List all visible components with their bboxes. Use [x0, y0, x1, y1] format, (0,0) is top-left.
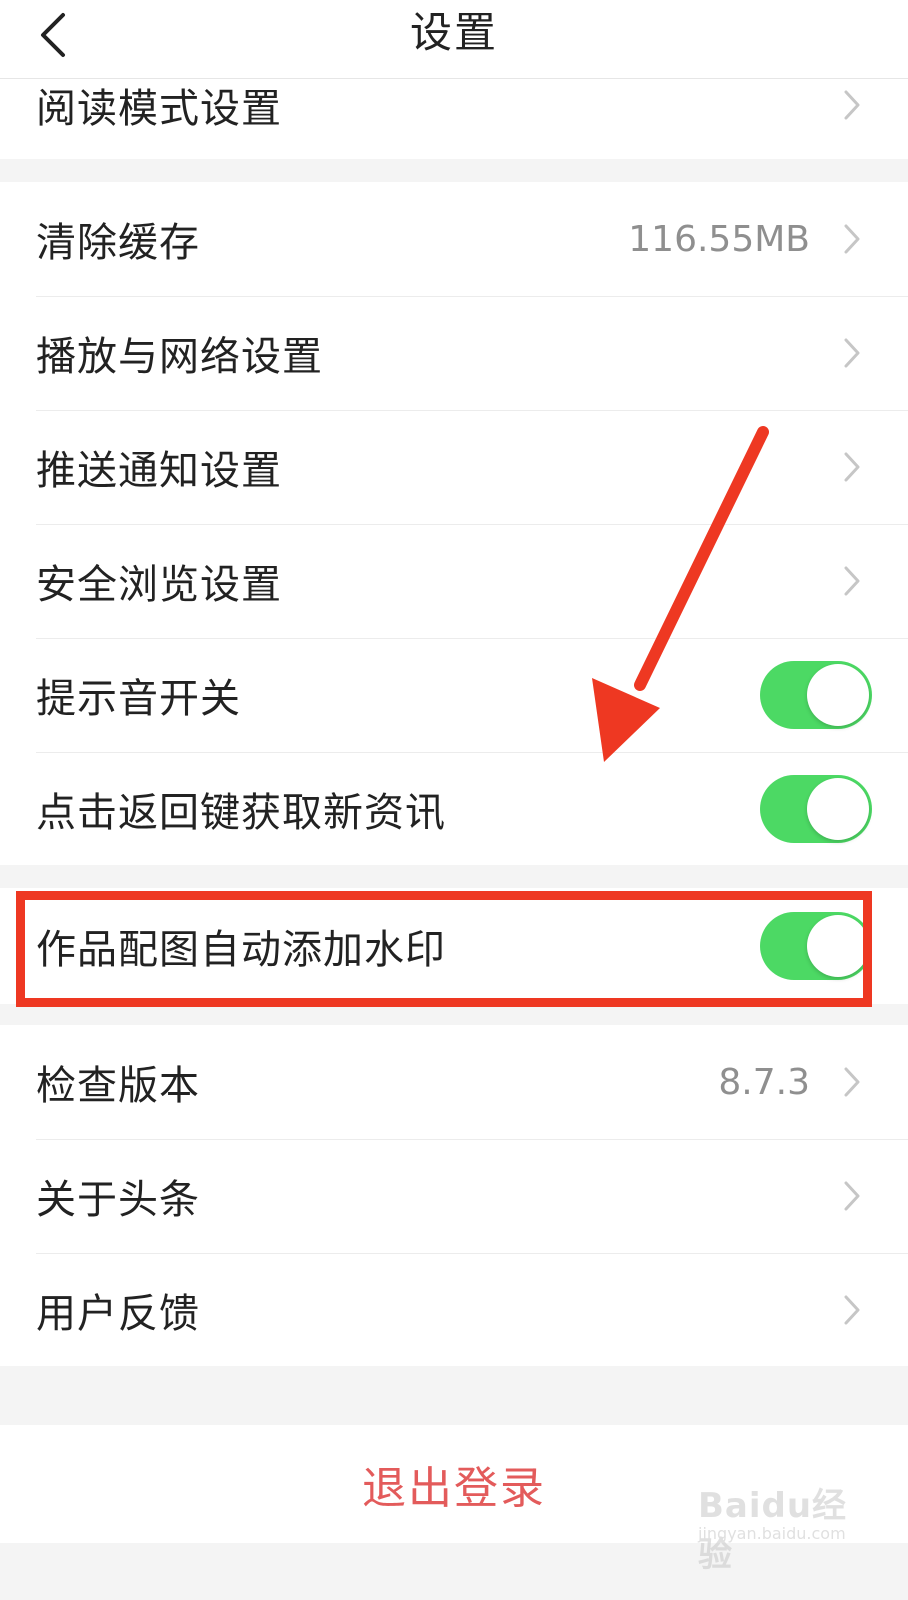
row-check-version[interactable]: 检查版本 8.7.3 [0, 1025, 908, 1139]
row-label: 安全浏览设置 [36, 562, 282, 608]
row-about-toutiao[interactable]: 关于头条 [0, 1139, 908, 1253]
logout-label: 退出登录 [362, 1463, 546, 1514]
chevron-right-icon [840, 1064, 864, 1100]
version-value: 8.7.3 [718, 1061, 810, 1103]
cache-size-value: 116.55MB [628, 218, 810, 260]
toggle-knob [807, 664, 869, 726]
settings-group-general: 清除缓存 116.55MB 播放与网络设置 推送通知设置 安全浏览设置 提示音开… [0, 182, 908, 865]
chevron-right-icon [840, 449, 864, 485]
chevron-right-icon [840, 335, 864, 371]
logout-button[interactable]: 退出登录 [0, 1425, 908, 1543]
row-label: 提示音开关 [36, 676, 241, 722]
row-label: 阅读模式设置 [36, 86, 282, 132]
row-sound-toggle: 提示音开关 [0, 638, 908, 752]
chevron-right-icon [840, 1178, 864, 1214]
row-label: 点击返回键获取新资讯 [36, 790, 446, 836]
row-label: 推送通知设置 [36, 448, 282, 494]
settings-group-watermark: 作品配图自动添加水印 [0, 888, 908, 1004]
chevron-right-icon [840, 221, 864, 257]
chevron-right-icon [840, 1292, 864, 1328]
settings-group-reading: 阅读模式设置 [0, 79, 908, 159]
row-feedback[interactable]: 用户反馈 [0, 1253, 908, 1367]
row-label: 作品配图自动添加水印 [36, 927, 446, 973]
chevron-right-icon [840, 87, 864, 123]
row-label: 清除缓存 [36, 220, 200, 266]
sound-toggle-switch[interactable] [760, 661, 872, 729]
row-clear-cache[interactable]: 清除缓存 116.55MB [0, 182, 908, 296]
row-label: 播放与网络设置 [36, 334, 323, 380]
toggle-knob [807, 915, 869, 977]
row-back-refresh-toggle: 点击返回键获取新资讯 [0, 752, 908, 866]
row-label: 关于头条 [36, 1177, 200, 1223]
row-label: 用户反馈 [36, 1291, 200, 1337]
row-watermark-toggle: 作品配图自动添加水印 [0, 888, 908, 1004]
chevron-right-icon [840, 563, 864, 599]
row-push-notification[interactable]: 推送通知设置 [0, 410, 908, 524]
back-refresh-toggle-switch[interactable] [760, 775, 872, 843]
row-playback-network[interactable]: 播放与网络设置 [0, 296, 908, 410]
watermark-toggle-switch[interactable] [760, 912, 872, 980]
toggle-knob [807, 778, 869, 840]
settings-group-about: 检查版本 8.7.3 关于头条 用户反馈 [0, 1025, 908, 1366]
page-title: 设置 [409, 8, 498, 57]
row-safe-browsing[interactable]: 安全浏览设置 [0, 524, 908, 638]
row-label: 检查版本 [36, 1063, 200, 1109]
nav-bar: 设置 [0, 0, 908, 79]
row-reading-mode[interactable]: 阅读模式设置 [0, 77, 908, 133]
